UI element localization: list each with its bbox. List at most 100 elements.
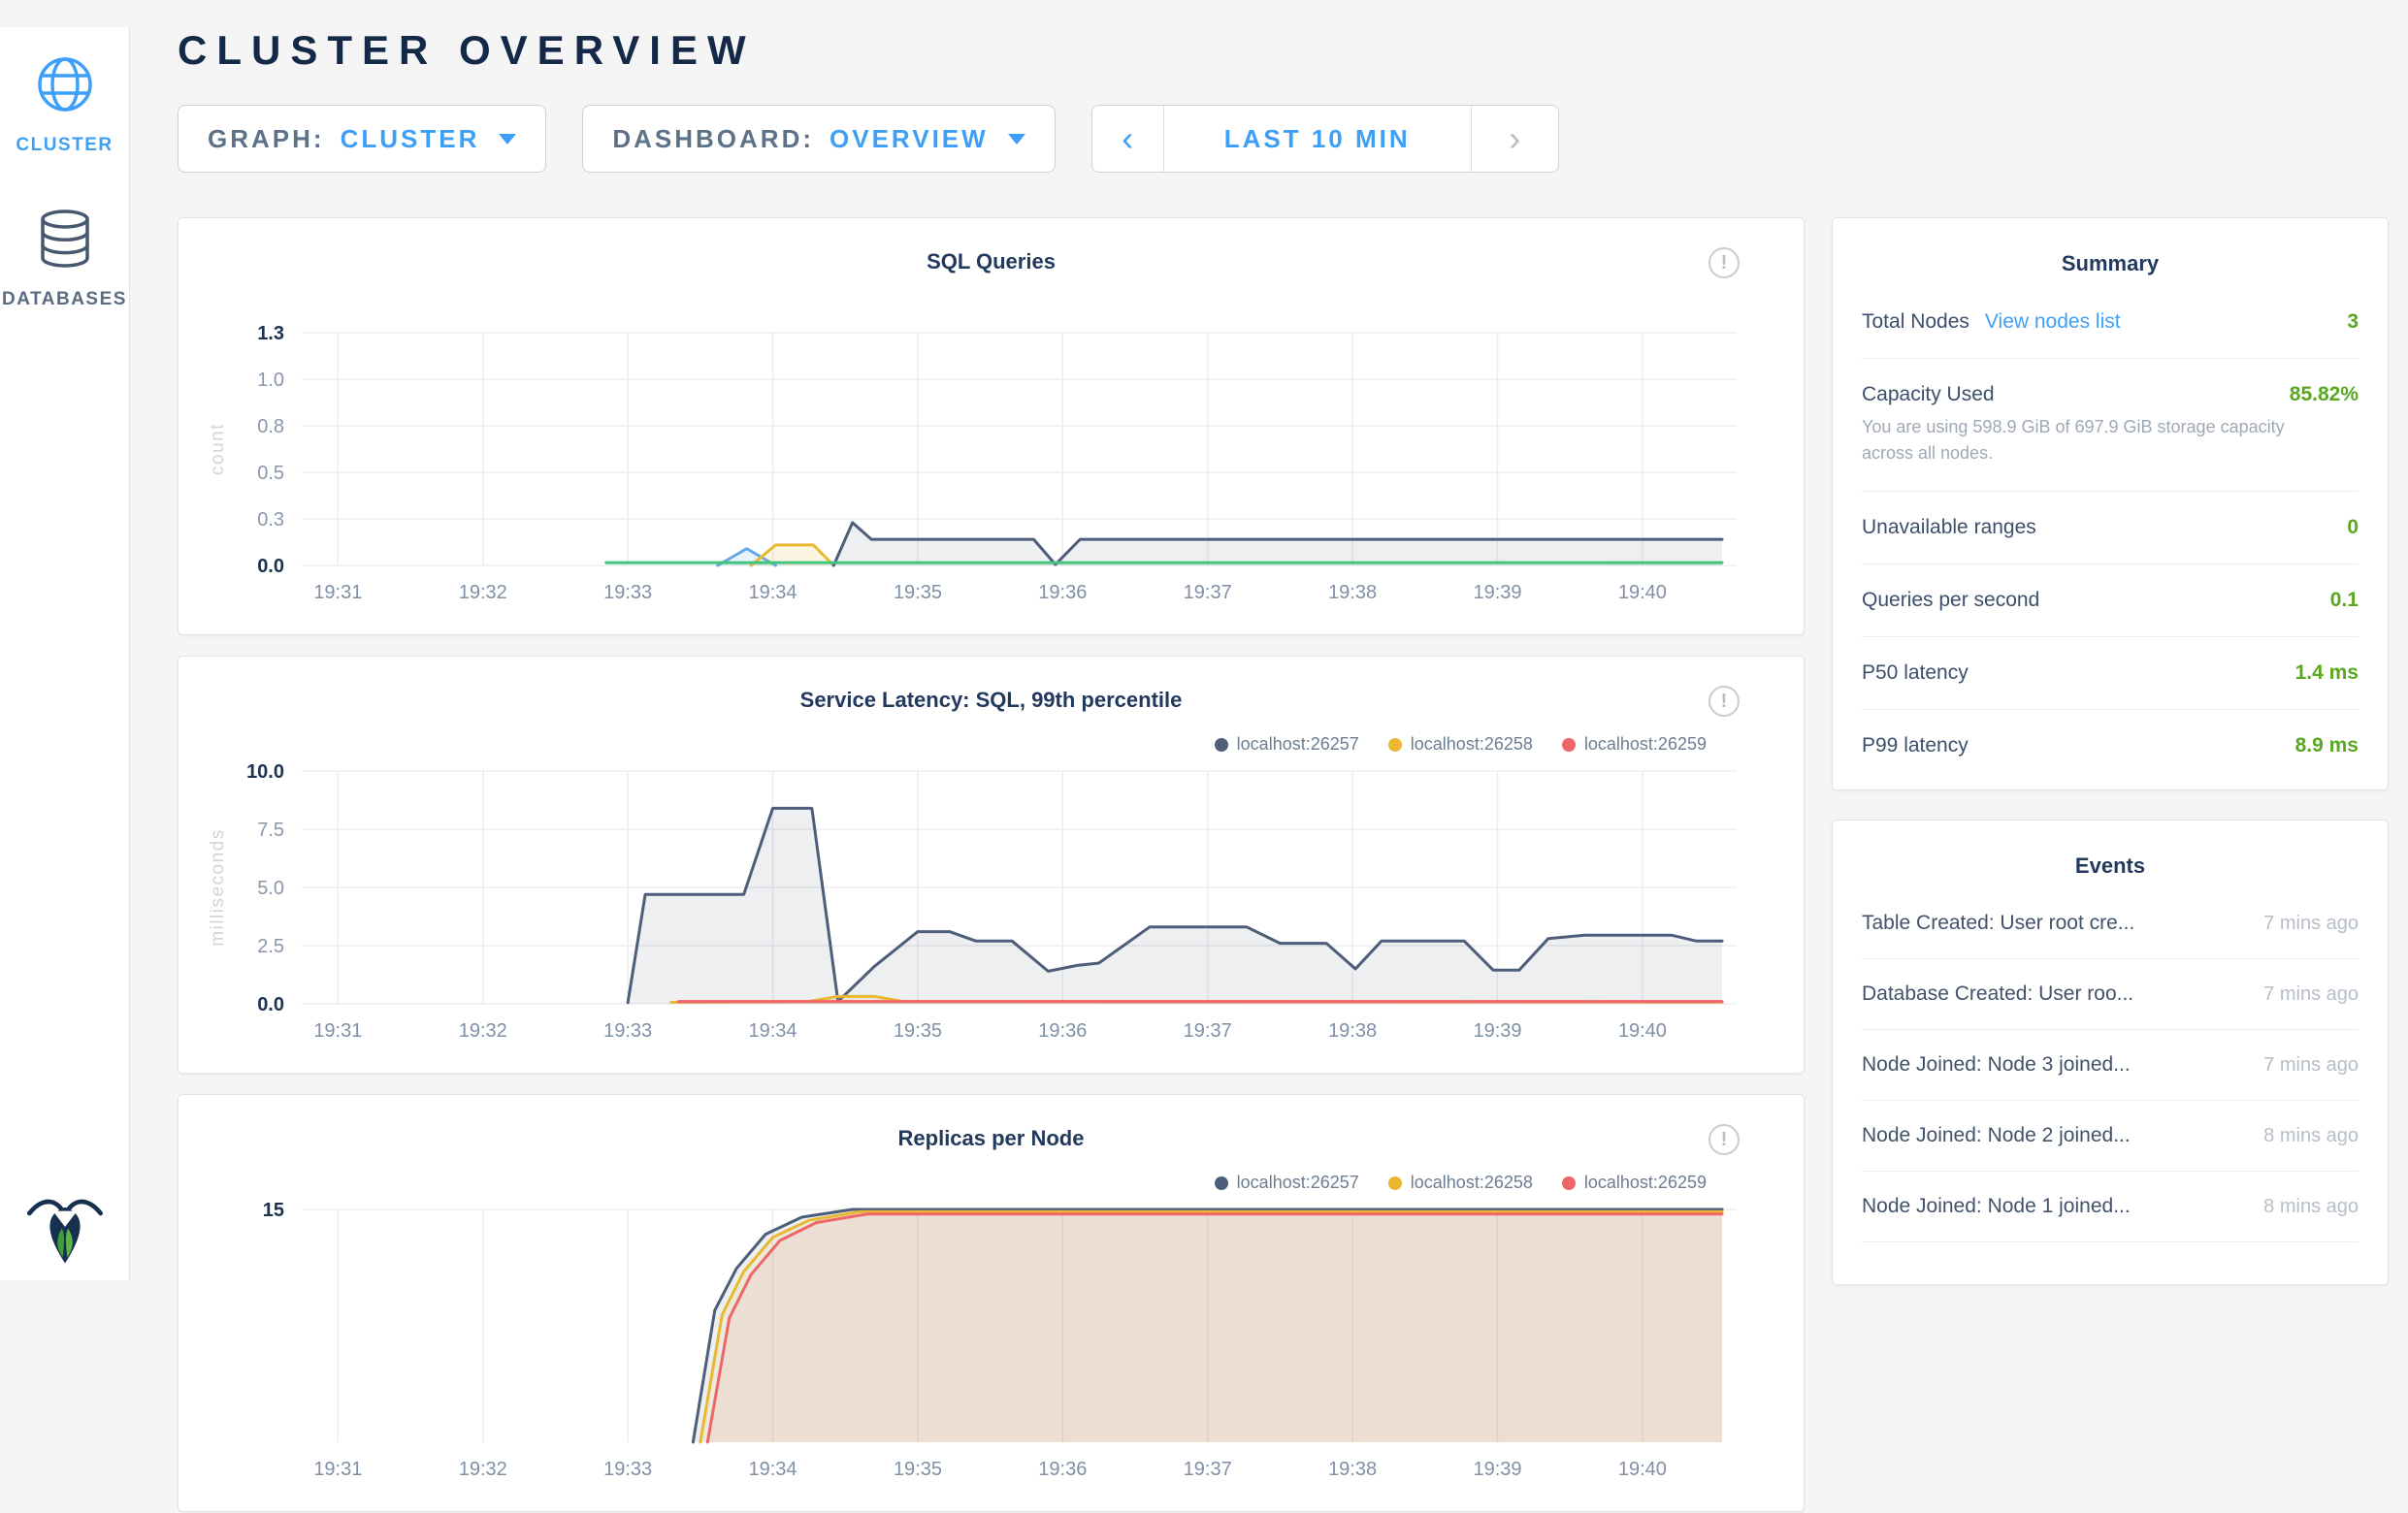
time-range-label[interactable]: LAST 10 MIN (1164, 106, 1471, 172)
svg-text:19:40: 19:40 (1618, 582, 1667, 603)
svg-text:19:34: 19:34 (748, 1020, 797, 1042)
sidebar: CLUSTER DATABASES (0, 27, 130, 1280)
legend-item[interactable]: localhost:26258 (1388, 734, 1533, 755)
svg-text:19:35: 19:35 (894, 582, 942, 603)
svg-text:0.5: 0.5 (257, 463, 284, 484)
graph-dropdown-value: CLUSTER (341, 124, 480, 154)
chart-legend: localhost:26257 localhost:26258 localhost:… (1215, 1173, 1707, 1193)
sidebar-item-label: CLUSTER (16, 135, 113, 156)
legend-dot-icon (1388, 1176, 1402, 1190)
svg-text:1.0: 1.0 (257, 370, 284, 391)
replicas-per-node-chart[interactable]: 1519:3119:3219:3319:3419:3519:3619:3719:… (179, 1095, 1806, 1513)
svg-text:19:40: 19:40 (1618, 1459, 1667, 1480)
info-icon[interactable]: ! (1708, 247, 1740, 278)
legend-dot-icon (1388, 738, 1402, 752)
chart-legend: localhost:26257 localhost:26258 localhost:… (1215, 734, 1707, 755)
summary-value: 0.1 (2330, 589, 2359, 612)
event-list-item[interactable]: Table Created: User root cre... 7 mins a… (1862, 888, 2359, 959)
view-nodes-list-link[interactable]: View nodes list (1985, 310, 2121, 334)
legend-label: localhost:26259 (1584, 734, 1707, 755)
event-text: Node Joined: Node 3 joined... (1862, 1053, 2131, 1077)
sidebar-item-cluster[interactable]: CLUSTER (0, 27, 129, 156)
svg-text:1.3: 1.3 (257, 323, 284, 344)
time-back-button[interactable]: ‹ (1092, 106, 1164, 172)
event-time: 8 mins ago (2263, 1125, 2359, 1147)
svg-text:19:35: 19:35 (894, 1459, 942, 1480)
legend-item[interactable]: localhost:26258 (1388, 1173, 1533, 1193)
svg-text:milliseconds: milliseconds (208, 828, 228, 946)
summary-label: P50 latency (1862, 661, 1969, 685)
summary-row-p50-latency: P50 latency 1.4 ms (1862, 637, 2359, 710)
svg-text:19:38: 19:38 (1328, 582, 1377, 603)
legend-item[interactable]: localhost:26257 (1215, 734, 1359, 755)
right-column: Summary Total Nodes View nodes list 3 Ca… (1832, 217, 2389, 1285)
sidebar-item-databases[interactable]: DATABASES (0, 156, 129, 310)
time-range-picker: ‹ LAST 10 MIN › (1091, 105, 1559, 173)
summary-label: Capacity Used (1862, 383, 1995, 406)
capacity-used-subtext: You are using 598.9 GiB of 697.9 GiB sto… (1862, 414, 2327, 467)
svg-text:19:37: 19:37 (1184, 1459, 1232, 1480)
event-time: 7 mins ago (2263, 913, 2359, 935)
controls-bar: GRAPH: CLUSTER DASHBOARD: OVERVIEW ‹ LAS… (178, 105, 2389, 173)
event-list-item[interactable]: Node Joined: Node 3 joined... 7 mins ago (1862, 1030, 2359, 1101)
summary-label: Queries per second (1862, 589, 2039, 612)
legend-label: localhost:26258 (1411, 1173, 1533, 1193)
info-icon[interactable]: ! (1708, 1124, 1740, 1155)
event-text: Table Created: User root cre... (1862, 912, 2134, 935)
svg-text:19:38: 19:38 (1328, 1459, 1377, 1480)
svg-text:19:36: 19:36 (1038, 1020, 1087, 1042)
dashboard-dropdown-label: DASHBOARD: (612, 124, 814, 154)
summary-value: 3 (2347, 310, 2359, 334)
graph-dropdown[interactable]: GRAPH: CLUSTER (178, 105, 546, 173)
legend-dot-icon (1562, 1176, 1576, 1190)
chevron-down-icon (499, 134, 516, 145)
summary-row-p99-latency: P99 latency 8.9 ms (1862, 710, 2359, 782)
svg-text:19:34: 19:34 (748, 1459, 797, 1480)
event-text: Database Created: User roo... (1862, 982, 2133, 1006)
legend-item[interactable]: localhost:26259 (1562, 734, 1707, 755)
summary-value: 8.9 ms (2295, 734, 2359, 757)
svg-text:19:40: 19:40 (1618, 1020, 1667, 1042)
events-panel: Events Table Created: User root cre... 7… (1832, 820, 2389, 1285)
main-content: CLUSTER OVERVIEW GRAPH: CLUSTER DASHBOAR… (130, 27, 2408, 1512)
chart-title: Service Latency: SQL, 99th percentile (179, 688, 1804, 713)
event-time: 8 mins ago (2263, 1196, 2359, 1218)
sql-queries-chart[interactable]: 0.00.30.50.81.01.319:3119:3219:3319:3419… (179, 218, 1806, 636)
svg-text:19:32: 19:32 (459, 582, 507, 603)
svg-text:19:39: 19:39 (1473, 582, 1521, 603)
event-list-item[interactable]: Node Joined: Node 2 joined... 8 mins ago (1862, 1101, 2359, 1172)
chart-title: Replicas per Node (179, 1126, 1804, 1151)
legend-label: localhost:26257 (1237, 734, 1359, 755)
svg-text:19:33: 19:33 (603, 1020, 652, 1042)
chart-title: SQL Queries (179, 249, 1804, 274)
svg-text:19:33: 19:33 (603, 582, 652, 603)
svg-text:0.0: 0.0 (257, 994, 284, 1015)
summary-value: 0 (2347, 516, 2359, 539)
chart-card-sql-queries: 0.00.30.50.81.01.319:3119:3219:3319:3419… (178, 217, 1805, 635)
summary-label: Unavailable ranges (1862, 516, 2036, 539)
event-list-item[interactable]: Node Joined: Node 1 joined... 8 mins ago (1862, 1172, 2359, 1242)
time-forward-button[interactable]: › (1471, 106, 1558, 172)
legend-dot-icon (1562, 738, 1576, 752)
legend-dot-icon (1215, 1176, 1228, 1190)
svg-text:19:36: 19:36 (1038, 582, 1087, 603)
svg-text:19:39: 19:39 (1473, 1459, 1521, 1480)
svg-text:10.0: 10.0 (246, 761, 284, 783)
legend-item[interactable]: localhost:26259 (1562, 1173, 1707, 1193)
svg-text:19:32: 19:32 (459, 1459, 507, 1480)
svg-text:19:36: 19:36 (1038, 1459, 1087, 1480)
info-icon[interactable]: ! (1708, 686, 1740, 717)
event-list-item[interactable]: Database Created: User roo... 7 mins ago (1862, 959, 2359, 1030)
legend-item[interactable]: localhost:26257 (1215, 1173, 1359, 1193)
svg-text:count: count (208, 423, 228, 475)
dashboard-dropdown[interactable]: DASHBOARD: OVERVIEW (582, 105, 1055, 173)
svg-text:19:39: 19:39 (1473, 1020, 1521, 1042)
event-text: Node Joined: Node 2 joined... (1862, 1124, 2131, 1147)
service-latency-chart[interactable]: 0.02.55.07.510.019:3119:3219:3319:3419:3… (179, 657, 1806, 1075)
sidebar-item-label: DATABASES (2, 289, 127, 310)
event-time: 7 mins ago (2263, 1054, 2359, 1077)
svg-text:0.8: 0.8 (257, 416, 284, 437)
summary-panel: Summary Total Nodes View nodes list 3 Ca… (1832, 217, 2389, 790)
dashboard-dropdown-value: OVERVIEW (830, 124, 989, 154)
summary-row-unavailable-ranges: Unavailable ranges 0 (1862, 492, 2359, 564)
